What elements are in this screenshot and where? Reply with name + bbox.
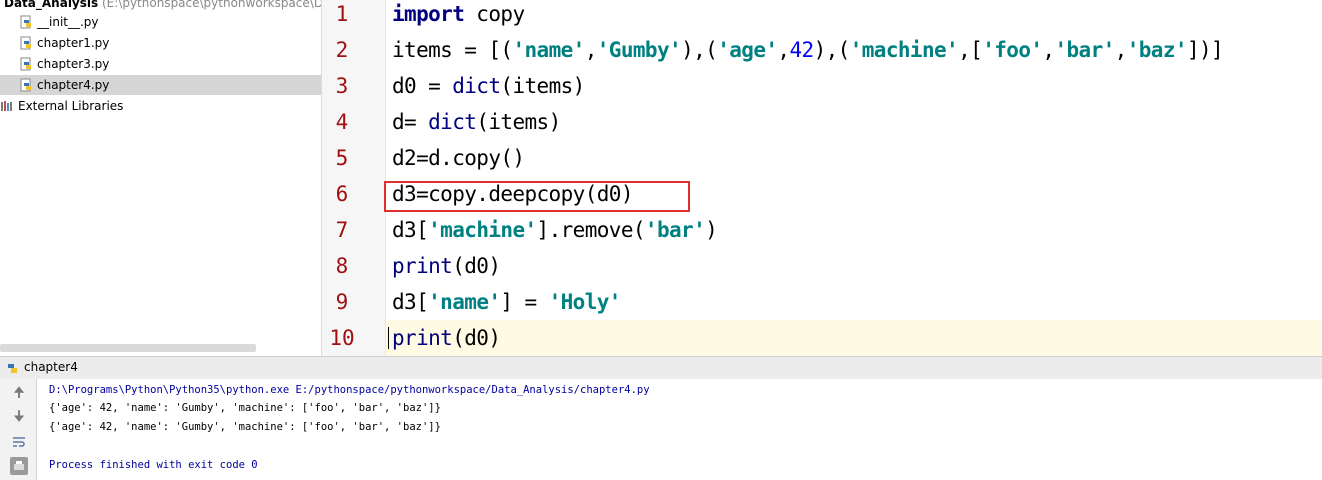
code-token: ),( <box>681 38 718 62</box>
code-token: d2=d.copy() <box>392 146 525 170</box>
code-token: (items) <box>500 74 585 98</box>
code-token: copy <box>464 2 525 26</box>
run-console[interactable]: D:\Programs\Python\Python35\python.exe E… <box>37 379 1322 480</box>
code-line[interactable]: print(d0) <box>392 254 501 278</box>
code-token: ])] <box>1186 38 1224 62</box>
python-file-icon <box>20 15 31 29</box>
code-token: ].remove( <box>536 218 646 242</box>
line-number: 2 <box>335 38 349 62</box>
library-icon <box>1 101 12 111</box>
code-line[interactable]: d3['name'] = 'Holy' <box>392 290 621 314</box>
project-tree-panel: Data_Analysis (E:\pythonspace\pythonwork… <box>0 0 322 356</box>
line-number: 8 <box>335 254 349 278</box>
code-token: print <box>392 326 453 350</box>
tree-item-chapter4[interactable]: chapter4.py <box>0 75 321 95</box>
line-number: 1 <box>335 2 349 26</box>
code-token: 'machine' <box>849 38 959 62</box>
code-token: , <box>1114 38 1128 62</box>
python-run-icon <box>8 364 17 373</box>
printer-icon <box>14 461 24 470</box>
code-token: dict <box>428 110 477 134</box>
code-token: print <box>392 254 453 278</box>
scroll-down-button[interactable]: 🠋 <box>10 409 28 427</box>
code-line[interactable]: items = [('name','Gumby'),('age',42),('m… <box>392 38 1224 62</box>
soft-wrap-button[interactable] <box>10 433 28 451</box>
tree-item-init[interactable]: __init__.py <box>20 12 99 32</box>
code-token: , <box>1042 38 1055 62</box>
run-panel-header: chapter4 <box>0 356 1322 380</box>
code-token: (items) <box>476 110 561 134</box>
code-token: 'baz' <box>1126 38 1188 62</box>
code-token: ) <box>705 218 718 242</box>
code-token: ),( <box>813 38 851 62</box>
run-toolbar: 🠉 🠋 <box>0 379 37 480</box>
tree-item-external-libraries[interactable]: External Libraries <box>0 96 123 116</box>
code-token: 'foo' <box>982 38 1043 62</box>
tree-root-label: Data_Analysis <box>4 0 99 10</box>
code-line[interactable]: d3['machine'].remove('bar') <box>392 218 718 242</box>
arrow-up-icon: 🠉 <box>13 385 25 401</box>
python-file-icon <box>20 36 31 50</box>
code-line[interactable]: print(d0) <box>392 326 501 350</box>
tree-root-path: (E:\pythonspace\pythonworkspace\D <box>101 0 322 10</box>
console-command-line: D:\Programs\Python\Python35\python.exe E… <box>49 384 650 396</box>
run-panel-title: chapter4 <box>24 360 78 374</box>
tree-item-label: External Libraries <box>18 99 124 113</box>
code-token: d3[ <box>392 290 429 314</box>
print-button[interactable] <box>10 457 28 475</box>
console-output-line: {'age': 42, 'name': 'Gumby', 'machine': … <box>49 402 441 414</box>
line-number: 4 <box>335 110 349 134</box>
code-token: 42 <box>789 38 814 62</box>
code-editor[interactable]: 1 2 3 4 5 6 7 8 9 10 import copy items = [('name',… <box>322 0 1322 356</box>
tree-item-chapter1[interactable]: chapter1.py <box>20 33 109 53</box>
tree-item-label: chapter3.py <box>37 57 110 71</box>
code-token: 'name' <box>512 38 585 62</box>
code-token: ] = <box>500 290 549 314</box>
line-number: 5 <box>335 146 349 170</box>
code-token: d= <box>392 110 429 134</box>
code-token: import <box>392 2 465 26</box>
code-token: 'Gumby' <box>596 38 682 62</box>
console-output-line: {'age': 42, 'name': 'Gumby', 'machine': … <box>49 421 441 433</box>
code-token: items = [( <box>392 38 513 62</box>
code-token: ,[ <box>958 38 983 62</box>
code-token: 'name' <box>428 290 501 314</box>
tree-item-label: chapter1.py <box>37 36 110 50</box>
code-token: 'age' <box>717 38 778 62</box>
code-token: (d0) <box>452 326 501 350</box>
code-token: 'machine' <box>428 218 537 242</box>
current-line-highlight <box>386 320 1322 356</box>
code-token: , <box>584 38 598 62</box>
tree-item-label: __init__.py <box>37 15 99 29</box>
code-token: , <box>777 38 790 62</box>
code-line[interactable]: d2=d.copy() <box>392 146 525 170</box>
code-token: 'bar' <box>1054 38 1115 62</box>
tree-item-label: chapter4.py <box>37 78 110 92</box>
code-token: d0 = <box>392 74 453 98</box>
line-number: 7 <box>335 218 349 242</box>
python-file-icon <box>20 78 31 92</box>
code-token: 'Holy' <box>548 290 622 314</box>
code-line[interactable]: d= dict(items) <box>392 110 561 134</box>
code-line[interactable]: import copy <box>392 2 525 26</box>
python-file-icon <box>20 57 31 71</box>
code-token: 'bar' <box>644 218 706 242</box>
console-exit-line: Process finished with exit code 0 <box>49 459 258 471</box>
code-line[interactable]: d0 = dict(items) <box>392 74 585 98</box>
code-token: dict <box>452 74 501 98</box>
tree-item-chapter3[interactable]: chapter3.py <box>20 54 109 74</box>
line-number: 6 <box>335 182 349 206</box>
line-number: 10 <box>329 326 355 350</box>
line-number: 3 <box>335 74 349 98</box>
line-number: 9 <box>335 290 349 314</box>
wrap-icon <box>13 437 25 447</box>
red-annotation-box <box>384 181 690 212</box>
text-caret <box>388 327 389 349</box>
code-token: (d0) <box>452 254 501 278</box>
code-token: d3[ <box>392 218 429 242</box>
scroll-up-button[interactable]: 🠉 <box>10 385 28 403</box>
arrow-down-icon: 🠋 <box>13 409 25 425</box>
horizontal-scrollbar[interactable] <box>0 344 256 352</box>
